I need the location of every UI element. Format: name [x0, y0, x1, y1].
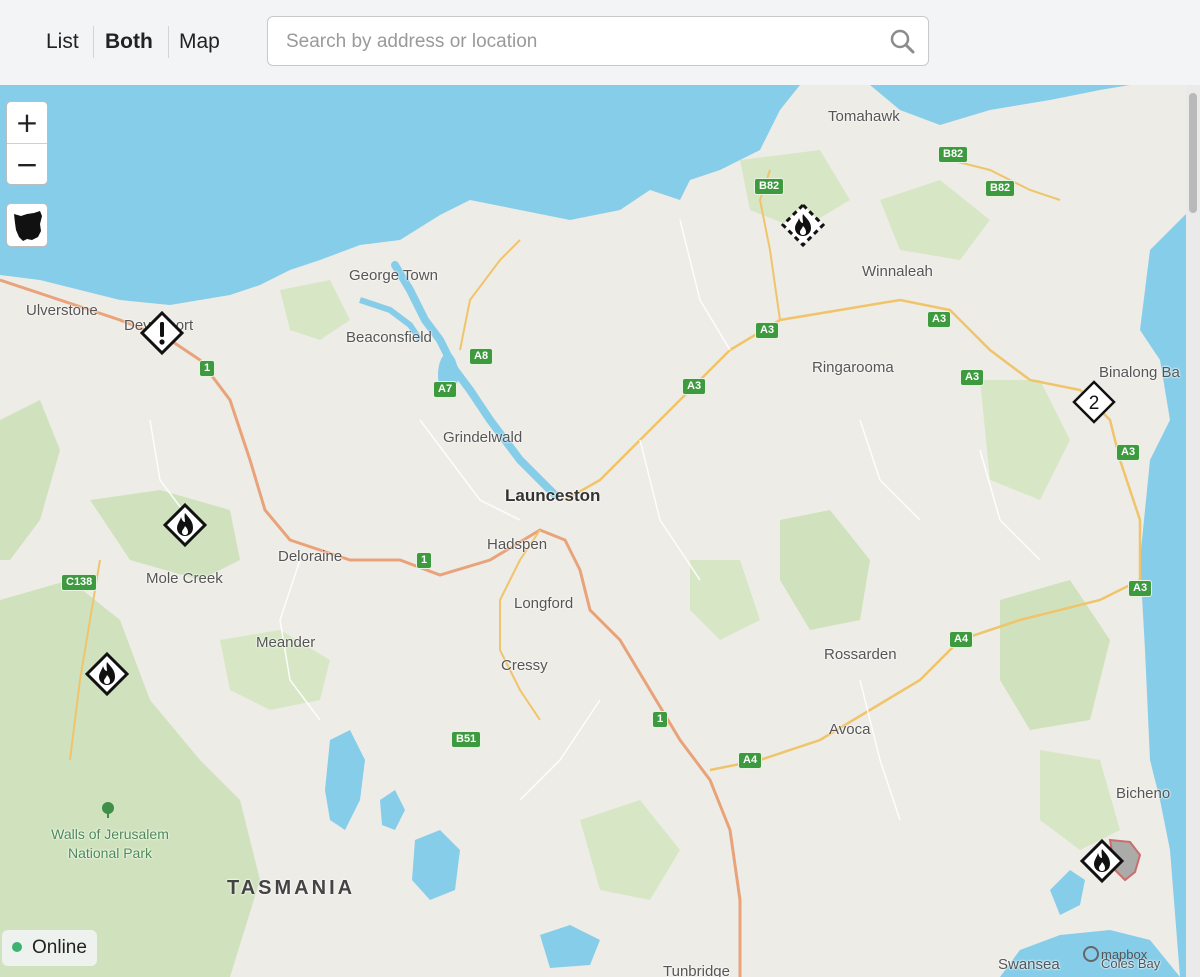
- tab-list[interactable]: List: [46, 27, 79, 57]
- scrollbar-thumb[interactable]: [1189, 93, 1197, 213]
- tab-divider: [93, 26, 94, 58]
- attribution-text: mapbox: [1101, 947, 1148, 962]
- search-input[interactable]: [284, 27, 868, 57]
- road-shield: A3: [927, 311, 952, 328]
- place-label-city: Launceston: [505, 486, 601, 505]
- road-shield: A8: [469, 348, 494, 365]
- road-shield: A3: [960, 369, 985, 386]
- place-label: Deloraine: [278, 548, 343, 565]
- road-shield: B82: [985, 180, 1016, 197]
- park-label-line: Walls of Jerusalem: [51, 826, 169, 842]
- place-label: Longford: [514, 595, 574, 612]
- park-label-line: National Park: [67, 845, 153, 861]
- flame-diamond-icon[interactable]: [84, 651, 130, 697]
- road-shield: A3: [755, 322, 780, 339]
- status-label: Online: [32, 937, 87, 958]
- place-label: Rossarden: [824, 646, 897, 663]
- park-tree-icon: [102, 802, 114, 818]
- road-shield: A3: [1128, 580, 1153, 597]
- region-label: TASMANIA: [227, 877, 356, 899]
- tasmania-outline-icon: [14, 211, 42, 241]
- place-label: Beaconsfield: [346, 329, 432, 346]
- place-label: Hadspen: [487, 536, 548, 553]
- scrollbar[interactable]: [1186, 85, 1200, 977]
- flame-dashed-diamond-icon[interactable]: [780, 202, 826, 248]
- place-label: Ulverstone: [26, 302, 98, 319]
- place-label: Winnaleah: [862, 263, 933, 280]
- place-label: Mole Creek: [146, 570, 223, 587]
- mapbox-attribution[interactable]: mapbox: [1083, 946, 1147, 962]
- zoom-control: + −: [6, 101, 48, 185]
- place-label: Swansea: [998, 956, 1060, 973]
- road-shield: A3: [682, 378, 707, 395]
- cluster-diamond-icon[interactable]: 2: [1071, 379, 1117, 425]
- place-label: Ringarooma: [812, 359, 894, 376]
- road-shield: 1: [199, 360, 216, 377]
- connection-status: Online: [2, 930, 97, 966]
- flame-diamond-icon[interactable]: [1079, 838, 1125, 884]
- tab-both[interactable]: Both: [105, 27, 153, 57]
- flame-diamond-icon[interactable]: [162, 502, 208, 548]
- exclamation-diamond-icon[interactable]: [140, 311, 184, 355]
- road-shield: A7: [433, 381, 458, 398]
- place-label: Cressy: [501, 657, 548, 674]
- road-shield: 1: [416, 552, 433, 569]
- toolbar: List Both Map: [0, 0, 1200, 85]
- tab-divider: [168, 26, 169, 58]
- cluster-count: 2: [1089, 393, 1100, 414]
- place-label: Bicheno: [1116, 785, 1171, 802]
- road-shield: A4: [949, 631, 974, 648]
- road-shield: C138: [61, 574, 98, 591]
- tab-map[interactable]: Map: [179, 27, 220, 57]
- road-shield: A4: [738, 752, 763, 769]
- road-shield: 1: [652, 711, 669, 728]
- place-label: Tunbridge: [663, 963, 730, 977]
- place-label: Tomahawk: [828, 108, 900, 125]
- road-shield: B51: [451, 731, 482, 748]
- park-label: Walls of Jerusalem National Park: [40, 825, 180, 863]
- status-dot-icon: [12, 942, 22, 952]
- zoom-in-button[interactable]: +: [7, 102, 47, 143]
- search-box: [267, 16, 929, 66]
- place-label: Meander: [256, 634, 316, 651]
- mapbox-logo-icon: [1083, 946, 1099, 962]
- map-view[interactable]: Tomahawk Ulverstone Devonport George Tow…: [0, 85, 1200, 977]
- reset-view-button[interactable]: [6, 203, 48, 247]
- road-shield: B82: [938, 146, 969, 163]
- zoom-out-button[interactable]: −: [7, 144, 47, 185]
- place-label: Avoca: [829, 721, 871, 738]
- search-icon[interactable]: [890, 29, 916, 60]
- place-label: George Town: [349, 267, 438, 284]
- place-label: Grindelwald: [443, 429, 523, 446]
- road-shield: A3: [1116, 444, 1141, 461]
- road-shield: B82: [754, 178, 785, 195]
